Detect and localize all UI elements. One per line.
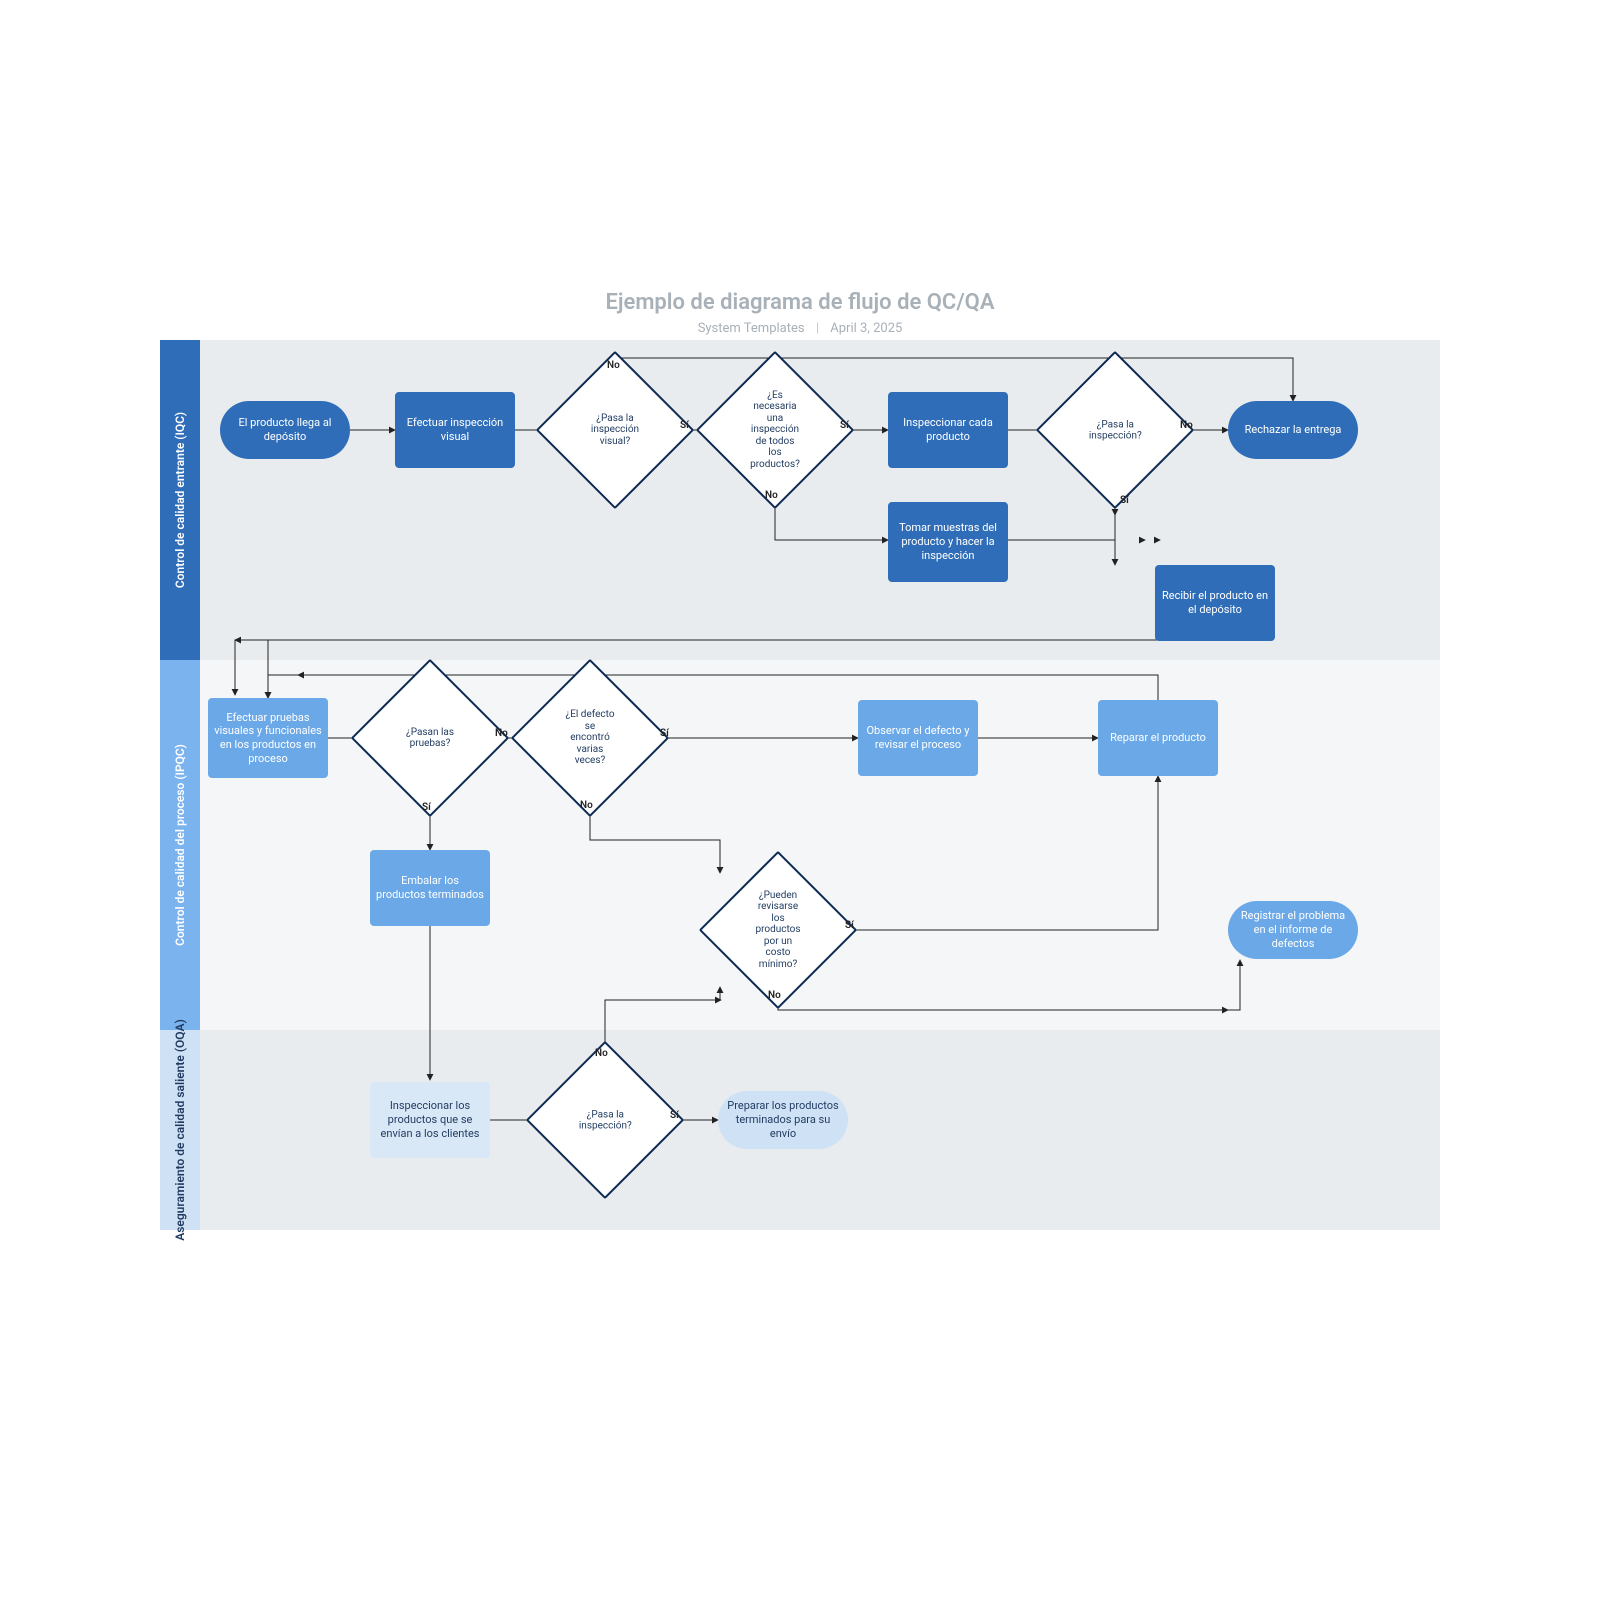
edge-label: No <box>595 1048 608 1059</box>
swimlane-label-text: Control de calidad del proceso (IPQC) <box>173 744 187 946</box>
edge-label: Sí <box>845 920 854 931</box>
decision-text: ¿El defecto se encontró varias veces? <box>542 682 638 794</box>
terminator-start: El producto llega al depósito <box>220 401 350 459</box>
swimlane-label-ipqc: Control de calidad del proceso (IPQC) <box>160 660 200 1030</box>
process-receive: Recibir el producto en el depósito <box>1155 565 1275 641</box>
edge-label: No <box>495 728 508 739</box>
process-observe: Observar el defecto y revisar el proceso <box>858 700 978 776</box>
decision-text: ¿Pasa la inspección visual? <box>567 374 663 486</box>
edge-label: Sí <box>422 802 431 813</box>
separator: | <box>816 321 819 336</box>
decision-text: ¿Pasa la inspección? <box>557 1064 654 1176</box>
process-inspect-shipment: Inspeccionar los productos que se envían… <box>370 1082 490 1158</box>
process-inspect-each: Inspeccionar cada producto <box>888 392 1008 468</box>
terminator-reject: Rechazar la entrega <box>1228 401 1358 459</box>
author-label: System Templates <box>698 321 805 336</box>
diagram-title: Ejemplo de diagrama de flujo de QC/QA <box>0 290 1600 315</box>
edge-label: Sí <box>1120 495 1129 506</box>
edge-label: Sí <box>670 1110 679 1121</box>
edge-label: Sí <box>660 728 669 739</box>
diagram-subtitle: System Templates | April 3, 2025 <box>0 321 1600 336</box>
decision-text: ¿Pueden revisarse los productos por un c… <box>730 874 826 986</box>
terminator-log-defect: Registrar el problema en el informe de d… <box>1228 901 1358 959</box>
swimlane-label-oqa: Aseguramiento de calidad saliente (OQA) <box>160 1030 200 1230</box>
process-pack: Embalar los productos terminados <box>370 850 490 926</box>
swimlane-label-text: Control de calidad entrante (IQC) <box>173 412 187 588</box>
process-repair: Reparar el producto <box>1098 700 1218 776</box>
edge-label: No <box>765 490 778 501</box>
decision-text: ¿Es necesaria una inspección de todos lo… <box>727 374 823 486</box>
flowchart-canvas: Control de calidad entrante (IQC) Contro… <box>160 340 1440 1300</box>
process-sample: Tomar muestras del producto y hacer la i… <box>888 502 1008 582</box>
edge-label: No <box>1180 420 1193 431</box>
swimlane-label-iqc: Control de calidad entrante (IQC) <box>160 340 200 660</box>
edge-label: Sí <box>680 420 689 431</box>
decision-text: ¿Pasan las pruebas? <box>382 682 478 794</box>
edge-label: Sí <box>840 420 849 431</box>
edge-label: No <box>768 990 781 1001</box>
process-tests: Efectuar pruebas visuales y funcionales … <box>208 698 328 778</box>
terminator-prepare-ship: Preparar los productos terminados para s… <box>718 1091 848 1149</box>
date-label: April 3, 2025 <box>830 321 902 336</box>
swimlane-label-text: Aseguramiento de calidad saliente (OQA) <box>173 1019 187 1241</box>
process-visual-inspection: Efectuar inspección visual <box>395 392 515 468</box>
page: Ejemplo de diagrama de flujo de QC/QA Sy… <box>0 0 1600 1600</box>
edge-label: No <box>607 360 620 371</box>
decision-text: ¿Pasa la inspección? <box>1067 374 1164 486</box>
diagram-header: Ejemplo de diagrama de flujo de QC/QA Sy… <box>0 290 1600 336</box>
edge-label: No <box>580 800 593 811</box>
